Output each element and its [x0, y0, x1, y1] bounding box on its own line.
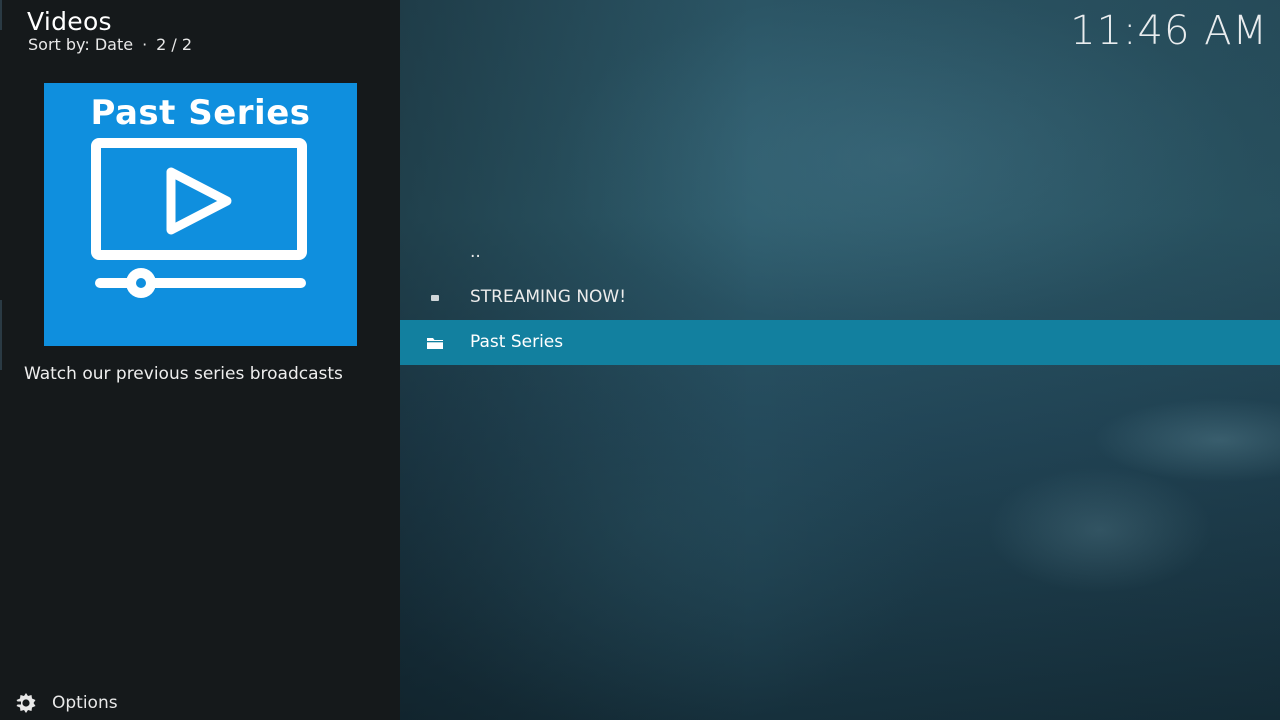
list-item-streaming-now[interactable]: STREAMING NOW!	[400, 275, 1280, 320]
clock: 11:46 AM	[1070, 8, 1268, 54]
list-item-past-series[interactable]: Past Series	[400, 320, 1280, 365]
item-description: Watch our previous series broadcasts	[24, 364, 343, 384]
options-gear-icon	[14, 693, 36, 713]
edge-marker	[0, 0, 2, 30]
poster-title: Past Series	[90, 93, 311, 133]
kodi-video-browser: Videos Sort by: Date · 2 / 2 Past Series W…	[0, 0, 1280, 720]
sort-label: Sort by: Date	[28, 35, 134, 54]
options-button[interactable]: Options	[14, 690, 118, 716]
list-item-label: STREAMING NOW!	[470, 287, 627, 307]
sort-separator: ·	[142, 35, 148, 54]
file-bullet-icon	[431, 295, 439, 301]
options-label: Options	[52, 693, 118, 713]
edge-marker	[0, 300, 2, 370]
list-item-parent[interactable]: ..	[400, 230, 1280, 275]
list-item-label: Past Series	[470, 332, 564, 352]
poster-thumbnail: Past Series	[44, 83, 357, 346]
video-player-icon	[91, 138, 307, 298]
list-item-label: ..	[470, 242, 481, 262]
item-position: 2 / 2	[156, 35, 193, 54]
sort-info: Sort by: Date · 2 / 2	[28, 35, 192, 54]
file-list: .. STREAMING NOW! Past Series	[400, 230, 1280, 365]
window-title: Videos	[27, 7, 112, 36]
folder-icon	[427, 338, 443, 349]
info-panel: Videos Sort by: Date · 2 / 2 Past Series W…	[0, 0, 400, 720]
